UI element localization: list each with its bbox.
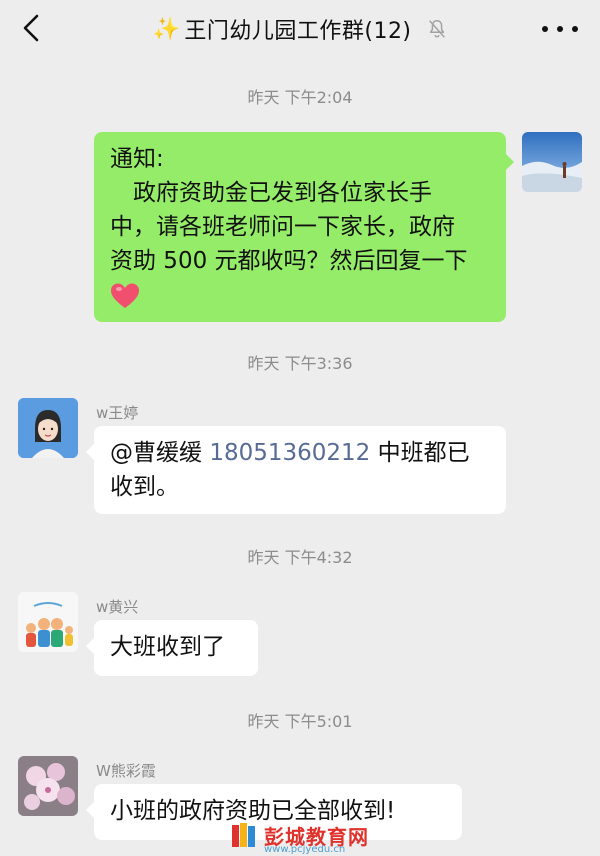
more-options-button[interactable] [542,14,578,44]
message-bubble[interactable]: 大班收到了 [86,620,258,676]
message-text: 大班收到了 [110,634,225,660]
timestamp: 昨天 下午3:36 [247,354,353,373]
phone-number-link[interactable]: 18051360212 [209,440,370,466]
sender-name: w黄兴 [96,598,139,616]
chat-title: ✨ 王门幼儿园工作群(12) [152,13,447,45]
sender-avatar[interactable] [18,398,78,458]
message-bubble[interactable]: @曹缓缓 18051360212 中班都已 收到。 [86,426,506,514]
dot-icon [557,26,563,32]
muted-bell-icon [428,20,445,38]
back-button[interactable] [16,10,46,46]
heart-emoji-icon [111,283,139,308]
dot-icon [572,26,578,32]
site-watermark: 彭城教育网 www.pcjyedu.cn [230,818,380,855]
cartoon-girl-avatar-icon [18,398,78,458]
watermark-url: www.pcjyedu.cn [264,844,346,855]
flower-photo-icon [18,756,78,816]
message-text: 中班都已 [377,440,470,466]
family-illustration-icon [18,592,78,652]
timestamp: 昨天 下午5:01 [247,712,353,731]
message-line: 政府资助金已发到各位家长手 [110,180,432,206]
timestamp: 昨天 下午2:04 [247,88,353,107]
chevron-left-icon [23,14,39,42]
sparkle-emoji: ✨ [152,16,181,42]
chat-header: ✨ 王门幼儿园工作群(12) [0,0,600,58]
message-bubble[interactable]: 通知: 政府资助金已发到各位家长手 中，请各班老师问一下家长，政府 资助 500… [94,132,514,322]
book-logo-icon [232,823,255,847]
mention-name: @曹缓缓 [110,440,202,466]
dot-icon [542,26,548,32]
landscape-photo-icon [522,132,582,192]
group-name: 王门幼儿园工作群(12) [184,19,412,44]
message-line: 中，请各班老师问一下家长，政府 [110,214,455,240]
sender-avatar[interactable] [18,592,78,652]
message-line: @曹缓缓 18051360212 中班都已 [110,436,490,470]
sender-name: w王婷 [96,404,139,422]
message-line: 资助 500 元都收吗？然后回复一下 [110,248,468,274]
timestamp: 昨天 下午4:32 [247,548,353,567]
sender-name: W熊彩霞 [96,762,156,780]
message-line: 收到。 [110,474,179,500]
message-line: 通知: [110,146,164,172]
my-avatar[interactable] [522,132,582,192]
sender-avatar[interactable] [18,756,78,816]
